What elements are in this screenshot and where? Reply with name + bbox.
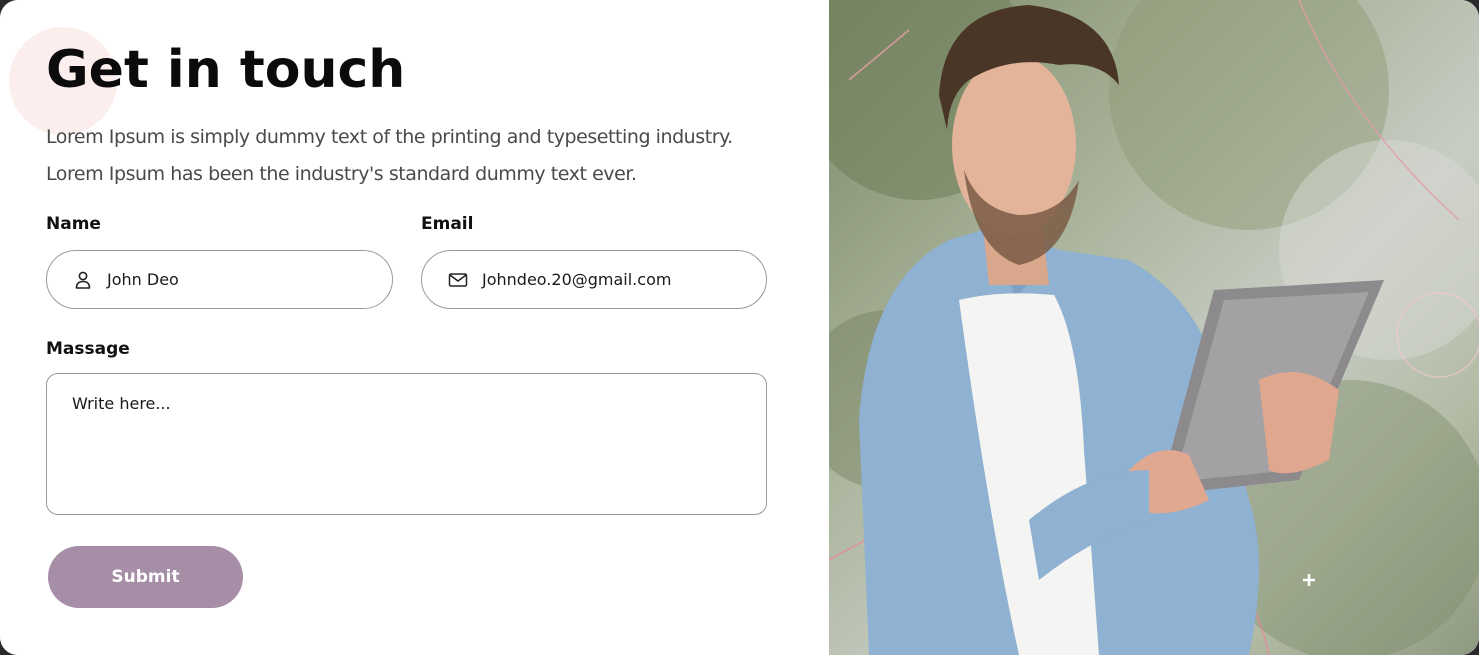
description-line-1: Lorem Ipsum is simply dummy text of the … <box>46 126 733 148</box>
user-icon <box>73 270 93 290</box>
email-field[interactable]: Johndeo.20@gmail.com <box>421 250 767 309</box>
message-textarea[interactable]: Write here... <box>46 373 767 515</box>
hero-photo <box>829 0 1479 655</box>
page-title: Get in touch <box>46 40 406 100</box>
name-field[interactable]: John Deo <box>46 250 393 309</box>
contact-card: Get in touch Lorem Ipsum is simply dummy… <box>0 0 1479 655</box>
message-label: Massage <box>46 339 130 359</box>
name-value[interactable]: John Deo <box>107 270 179 289</box>
name-label: Name <box>46 214 101 234</box>
description-line-2: Lorem Ipsum has been the industry's stan… <box>46 163 637 185</box>
email-label: Email <box>421 214 474 234</box>
email-value[interactable]: Johndeo.20@gmail.com <box>482 270 671 289</box>
contact-form-panel: Get in touch Lorem Ipsum is simply dummy… <box>0 0 829 655</box>
mail-icon <box>448 270 468 290</box>
submit-button[interactable]: Submit <box>48 546 243 608</box>
photo-illustration <box>829 0 1479 655</box>
